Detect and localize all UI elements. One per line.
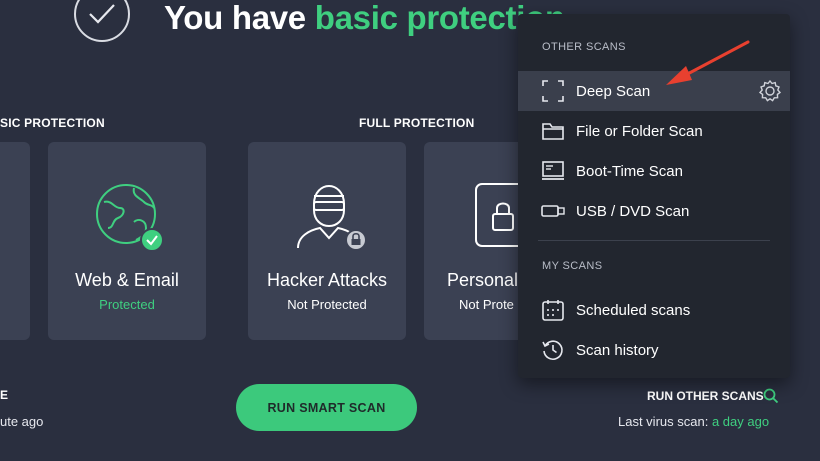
menu-item-label: USB / DVD Scan xyxy=(576,202,690,220)
usb-icon xyxy=(540,198,566,224)
last-update-label: E xyxy=(0,388,9,402)
menu-item-label: Deep Scan xyxy=(576,82,651,100)
last-scan-label: Last virus scan: xyxy=(618,414,709,429)
menu-item-label: File or Folder Scan xyxy=(576,122,703,140)
card-title: Hacker Attacks xyxy=(266,270,388,290)
menu-divider xyxy=(538,240,770,241)
history-icon xyxy=(540,337,566,363)
deep-scan-icon xyxy=(540,78,566,104)
other-scans-heading: OTHER SCANS xyxy=(542,41,626,53)
globe-icon xyxy=(96,184,164,252)
my-scans-heading: MY SCANS xyxy=(542,260,603,272)
menu-item-file-folder-scan[interactable]: File or Folder Scan xyxy=(518,111,790,151)
full-protection-label: FULL PROTECTION xyxy=(359,116,475,130)
page-title: You have basic protection xyxy=(164,0,565,36)
basic-protection-label: SIC PROTECTION xyxy=(0,116,105,130)
menu-item-usb-dvd-scan[interactable]: USB / DVD Scan xyxy=(518,191,790,231)
search-icon[interactable] xyxy=(763,388,779,404)
menu-item-label: Boot-Time Scan xyxy=(576,162,683,180)
menu-item-label: Scheduled scans xyxy=(576,301,691,319)
folder-icon xyxy=(540,118,566,144)
protection-status-check-icon xyxy=(74,0,130,42)
card-partial-left[interactable] xyxy=(0,142,30,340)
gear-icon[interactable] xyxy=(758,79,782,103)
title-prefix: You have xyxy=(164,0,315,36)
boot-time-icon xyxy=(540,158,566,184)
card-web-email[interactable]: Web & Email Protected xyxy=(48,142,206,340)
menu-item-boot-time-scan[interactable]: Boot-Time Scan xyxy=(518,151,790,191)
run-smart-scan-button[interactable]: RUN SMART SCAN xyxy=(236,384,417,431)
last-virus-scan: Last virus scan: a day ago xyxy=(618,414,769,429)
card-status: Not Protected xyxy=(287,297,367,312)
menu-item-scan-history[interactable]: Scan history xyxy=(518,330,790,370)
menu-item-scheduled-scans[interactable]: Scheduled scans xyxy=(518,290,790,330)
last-update-time: ute ago xyxy=(0,414,44,429)
last-scan-value: a day ago xyxy=(711,414,770,429)
card-status: Protected xyxy=(99,297,155,312)
run-other-scans-link[interactable]: RUN OTHER SCANS xyxy=(647,389,764,403)
calendar-icon xyxy=(540,297,566,323)
card-title: Web & Email xyxy=(75,270,179,290)
hacker-icon xyxy=(297,184,366,251)
card-hacker-attacks[interactable]: Hacker Attacks Not Protected xyxy=(248,142,406,340)
annotation-arrow-icon xyxy=(666,40,750,85)
menu-item-label: Scan history xyxy=(576,341,659,359)
